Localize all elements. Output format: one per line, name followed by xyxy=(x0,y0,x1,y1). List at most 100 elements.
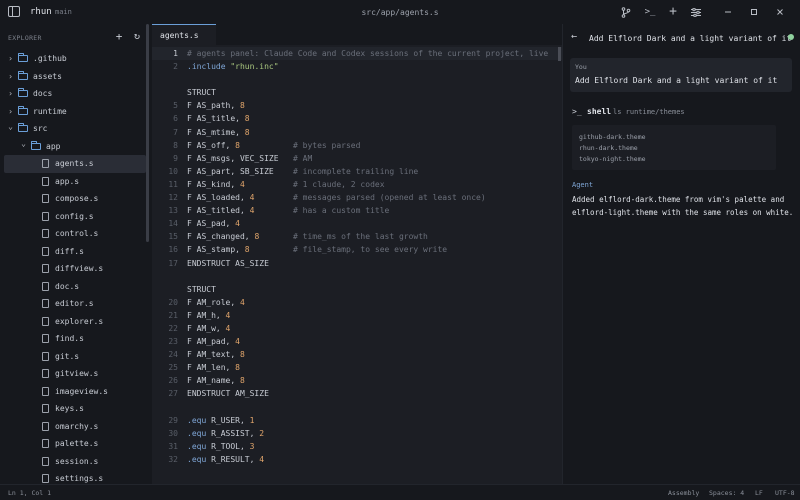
code-line[interactable]: 7 F AS_mtime, 8 xyxy=(152,126,562,139)
code-token: ENDSTRUCT AM_SIZE xyxy=(187,389,269,399)
code-text: F AS_title, 8 xyxy=(187,112,250,125)
tree-file-config-s[interactable]: config.s xyxy=(4,208,146,226)
code-line[interactable]: 14 F AS_pad, 4 xyxy=(152,217,562,230)
code-line[interactable]: 20 F AM_role, 4 xyxy=(152,296,562,309)
code-line[interactable]: 6 F AS_title, 8 xyxy=(152,112,562,125)
cursor-position[interactable]: Ln 1, Col 1 xyxy=(8,489,51,497)
chevron-right-icon[interactable]: › xyxy=(6,89,15,98)
chevron-right-icon[interactable]: › xyxy=(6,72,15,81)
language-mode[interactable]: Assembly xyxy=(668,489,699,497)
tree-file-session-s[interactable]: session.s xyxy=(4,453,146,471)
tree-file-diff-s[interactable]: diff.s xyxy=(4,243,146,261)
code-line[interactable]: 9 F AS_msgs, VEC_SIZE # AM xyxy=(152,152,562,165)
code-line[interactable]: 32 .equ R_RESULT, 4 xyxy=(152,453,562,466)
tree-file-settings-s[interactable]: settings.s xyxy=(4,470,146,484)
code-line[interactable]: 8F AS_off, 8 # bytes parsed xyxy=(152,139,562,152)
tree-folder-app[interactable]: ⌄ app xyxy=(4,138,146,156)
code-token: 4 xyxy=(249,206,255,216)
chevron-right-icon[interactable]: › xyxy=(6,54,15,63)
code-text: F AS_part, SB_SIZE xyxy=(187,165,274,178)
code-line[interactable]: 23 F AM_pad, 4 xyxy=(152,335,562,348)
line-number: 12 xyxy=(168,193,178,203)
code-line[interactable]: 16 F AS_stamp, 8 # file_stamp, to see ever… xyxy=(152,243,562,256)
tree-file-compose-s[interactable]: compose.s xyxy=(4,190,146,208)
terminal-icon[interactable]: >_ xyxy=(642,4,658,20)
tree-folder-docs[interactable]: › docs xyxy=(4,85,146,103)
code-line[interactable]: 27 ENDSTRUCT AM_SIZE xyxy=(152,387,562,400)
code-line[interactable]: 31 .equ R_TOOL, 3 xyxy=(152,440,562,453)
code-line[interactable]: 30 .equ R_ASSIST, 2 xyxy=(152,427,562,440)
code-line[interactable]: 10 F AS_part, SB_SIZE # incomplete trailin… xyxy=(152,165,562,178)
code-area[interactable]: 1 # agents panel: Claude Code and Codex s… xyxy=(152,47,562,466)
branch-icon[interactable] xyxy=(618,4,634,20)
tree-folder-assets[interactable]: › assets xyxy=(4,68,146,86)
code-text: F AM_w, 4 xyxy=(187,322,230,335)
code-line[interactable]: STRUCT xyxy=(152,283,562,296)
tree-file-palette-s[interactable]: palette.s xyxy=(4,435,146,453)
code-text: F AS_loaded, 4 xyxy=(187,191,254,204)
file-icon xyxy=(42,281,49,291)
tree-file-diffview-s[interactable]: diffview.s xyxy=(4,260,146,278)
explorer-scrollbar[interactable] xyxy=(146,24,149,242)
back-arrow-icon[interactable]: ← xyxy=(571,31,577,42)
code-line[interactable]: 13 F AS_titled, 4 # has a custom title xyxy=(152,204,562,217)
tree-file-keys-s[interactable]: keys.s xyxy=(4,400,146,418)
tree-file-app-s[interactable]: app.s xyxy=(4,173,146,191)
code-line[interactable]: 29 .equ R_USER, 1 xyxy=(152,414,562,427)
line-endings[interactable]: LF xyxy=(755,489,763,497)
tree-file-explorer-s[interactable]: explorer.s xyxy=(4,313,146,331)
plus-icon[interactable]: + xyxy=(665,4,681,20)
code-line[interactable]: 26 F AM_name, 8 xyxy=(152,374,562,387)
maximize-icon[interactable] xyxy=(746,4,762,20)
code-line[interactable]: 25 F AM_len, 8 xyxy=(152,361,562,374)
tree-item-label: editor.s xyxy=(55,299,94,309)
folder-icon xyxy=(18,105,28,115)
agent-reply-text: Added elflord-dark.theme from vim's pale… xyxy=(572,195,794,217)
tree-file-doc-s[interactable]: doc.s xyxy=(4,278,146,296)
indentation[interactable]: Spaces: 4 xyxy=(709,489,744,497)
code-token: F AM_text, xyxy=(187,350,240,360)
code-line[interactable]: 15 F AS_changed, 8 # time_ms of the last g… xyxy=(152,230,562,243)
code-line[interactable]: 22 F AM_w, 4 xyxy=(152,322,562,335)
code-line[interactable] xyxy=(152,401,562,414)
tree-file-agents-s[interactable]: agents.s xyxy=(4,155,146,173)
tree-item-label: app xyxy=(46,141,61,151)
tree-file-find-s[interactable]: find.s xyxy=(4,330,146,348)
close-icon[interactable] xyxy=(772,4,788,20)
refresh-icon[interactable]: ↻ xyxy=(130,30,144,44)
code-token: 4 xyxy=(235,219,240,229)
editor-scrollbar[interactable] xyxy=(558,47,561,61)
code-line[interactable]: 24 F AM_text, 8 xyxy=(152,348,562,361)
chevron-down-icon[interactable]: ⌄ xyxy=(19,139,28,148)
code-line[interactable] xyxy=(152,73,562,86)
minimize-icon[interactable] xyxy=(720,4,736,20)
code-text: F AS_stamp, 8 xyxy=(187,243,250,256)
new-file-plus-icon[interactable]: + xyxy=(112,30,126,44)
chevron-right-icon[interactable]: › xyxy=(6,107,15,116)
code-line[interactable]: 1 # agents panel: Claude Code and Codex s… xyxy=(152,47,562,61)
tree-file-gitview-s[interactable]: gitview.s xyxy=(4,365,146,383)
tree-item-label: doc.s xyxy=(55,281,80,291)
tree-file-control-s[interactable]: control.s xyxy=(4,225,146,243)
chevron-down-icon[interactable]: ⌄ xyxy=(6,122,15,131)
tree-folder-runtime[interactable]: › runtime xyxy=(4,103,146,121)
file-encoding[interactable]: UTF-8 xyxy=(775,489,795,497)
code-line[interactable]: 12 F AS_loaded, 4 # messages parsed (opene… xyxy=(152,191,562,204)
tab-agents-s[interactable]: agents.s xyxy=(152,24,216,45)
tree-file-imageview-s[interactable]: imageview.s xyxy=(4,383,146,401)
line-number: 8 xyxy=(173,140,178,150)
code-line[interactable]: 5 F AS_path, 8 xyxy=(152,99,562,112)
code-line[interactable] xyxy=(152,270,562,283)
tree-folder-src[interactable]: ⌄ src xyxy=(4,120,146,138)
tree-file-omarchy-s[interactable]: omarchy.s xyxy=(4,418,146,436)
tree-file-editor-s[interactable]: editor.s xyxy=(4,295,146,313)
code-line[interactable]: 21 F AM_h, 4 xyxy=(152,309,562,322)
code-line[interactable]: 17 ENDSTRUCT AS_SIZE xyxy=(152,257,562,270)
settings-sliders-icon[interactable] xyxy=(688,4,704,20)
tree-folder-github[interactable]: › .github xyxy=(4,50,146,68)
code-line[interactable]: 11 F AS_kind, 4 # 1 claude, 2 codex xyxy=(152,178,562,191)
file-icon xyxy=(42,404,49,414)
code-line[interactable]: 2 .include "rhun.inc" xyxy=(152,60,562,73)
tree-file-git-s[interactable]: git.s xyxy=(4,348,146,366)
code-line[interactable]: STRUCT xyxy=(152,86,562,99)
